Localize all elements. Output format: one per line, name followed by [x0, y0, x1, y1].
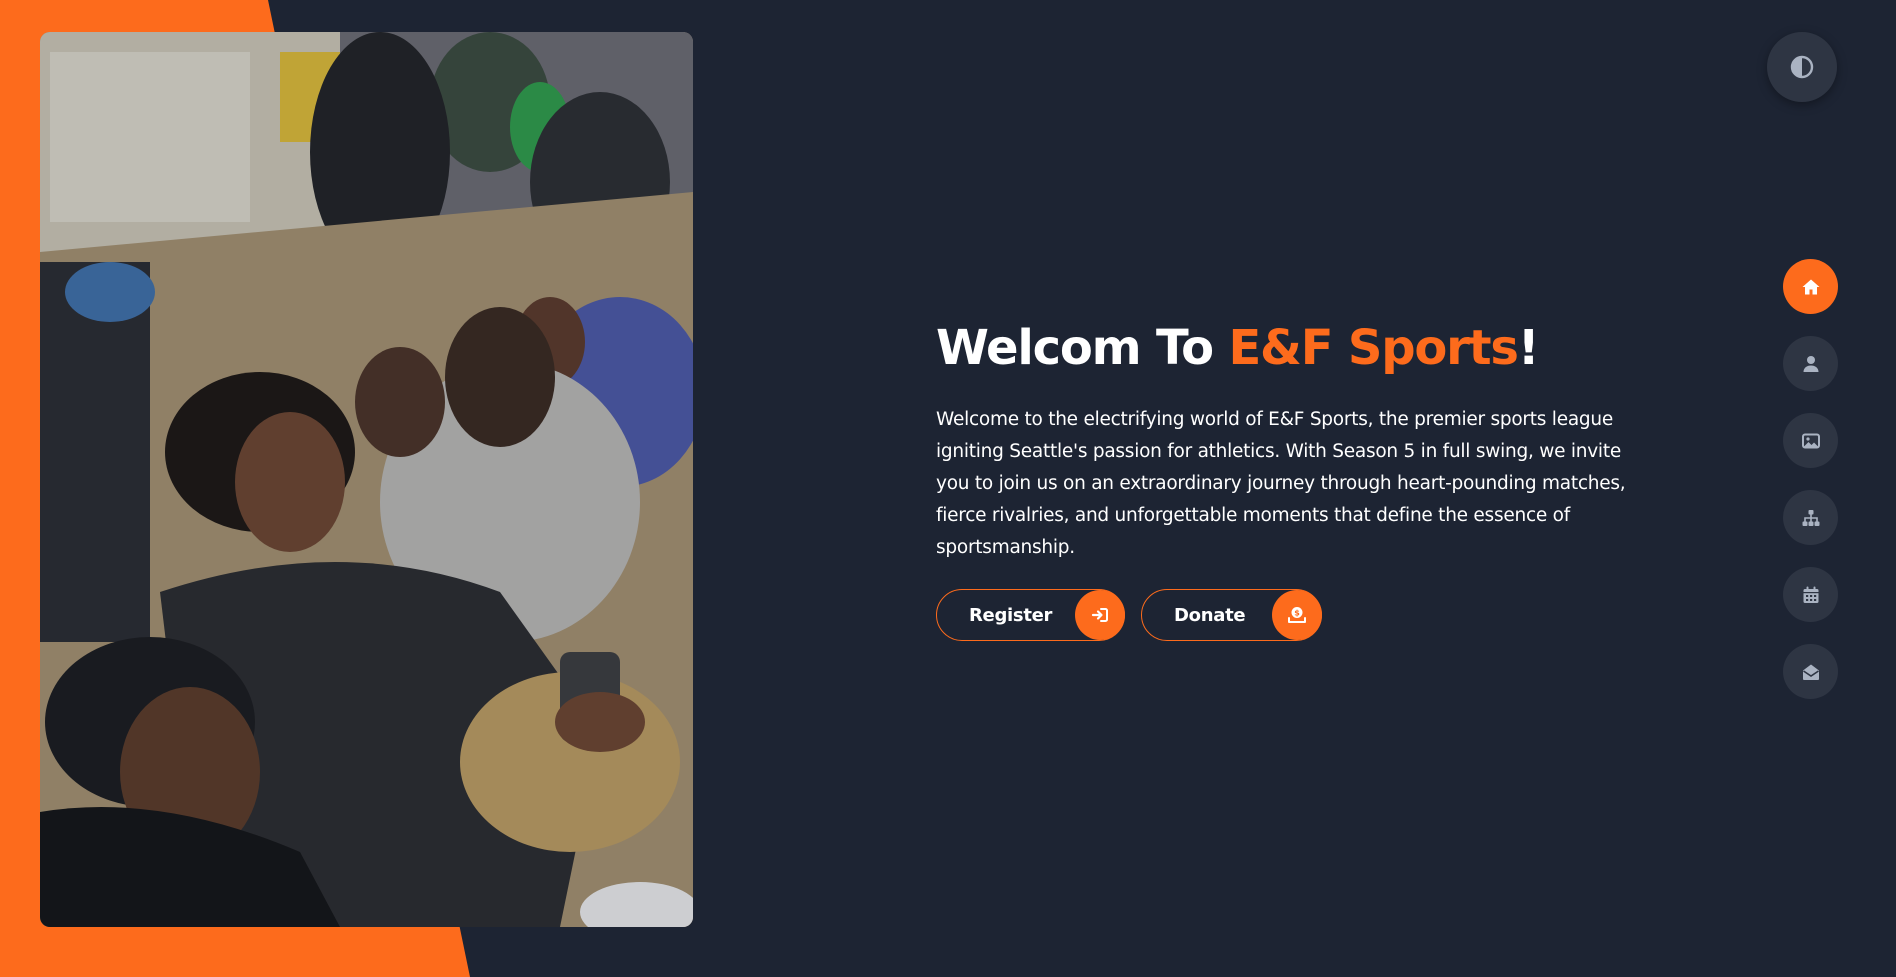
donate-label: Donate [1174, 604, 1246, 626]
envelope-open-icon [1802, 664, 1819, 680]
user-icon [1803, 355, 1818, 372]
calendar-icon [1803, 586, 1818, 603]
hero-title-suffix: ! [1517, 320, 1540, 376]
sitemap-icon [1802, 509, 1819, 526]
theme-toggle-button[interactable] [1767, 32, 1837, 102]
hero-title-brand: E&F Sports [1228, 320, 1518, 376]
nav-home-button[interactable] [1783, 259, 1838, 314]
donate-icon: $ [1272, 590, 1322, 640]
hero-title: Welcom To E&F Sports! [936, 316, 1636, 380]
nav-contact-button[interactable] [1783, 644, 1838, 699]
hero-description: Welcome to the electrifying world of E&F… [936, 409, 1626, 558]
home-page: Welcom To E&F Sports! Welcome to the ele… [0, 0, 1896, 977]
sign-in-icon [1075, 590, 1125, 640]
nav-gallery-button[interactable] [1783, 413, 1838, 468]
svg-text:$: $ [1294, 609, 1300, 618]
register-label: Register [969, 604, 1053, 626]
hero-photo [40, 32, 693, 927]
hero-photo-illustration [40, 32, 693, 927]
register-button[interactable]: Register [936, 589, 1125, 641]
contrast-icon [1790, 55, 1814, 79]
hero-title-prefix: Welcom To [936, 320, 1229, 376]
home-icon [1802, 279, 1819, 294]
nav-about-button[interactable] [1783, 336, 1838, 391]
hero-content: Welcom To E&F Sports! Welcome to the ele… [936, 316, 1636, 641]
nav-teams-button[interactable] [1783, 490, 1838, 545]
donate-button[interactable]: Donate $ [1141, 589, 1322, 641]
hero-actions: Register Donate $ [936, 589, 1636, 641]
image-icon [1801, 433, 1820, 448]
side-nav [1783, 259, 1838, 721]
nav-schedule-button[interactable] [1783, 567, 1838, 622]
